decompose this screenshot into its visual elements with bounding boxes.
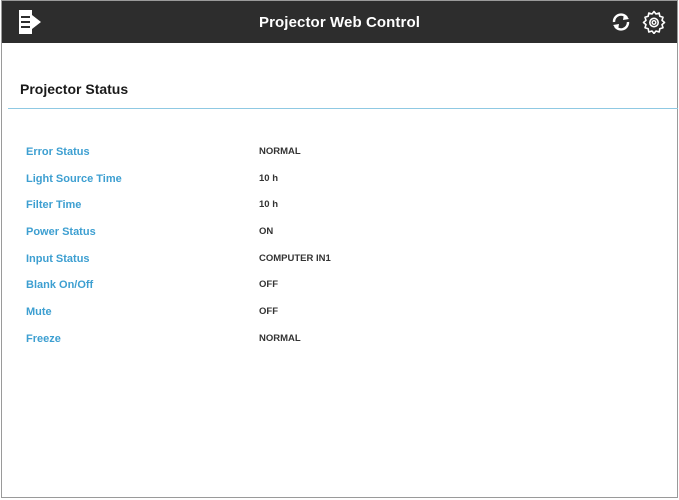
status-value: 10 h: [259, 172, 279, 184]
status-label: Blank On/Off: [26, 279, 94, 292]
status-value: ON: [259, 226, 274, 238]
status-list: Error Status NORMAL Light Source Time 10…: [2, 141, 677, 355]
status-label: Freeze: [26, 332, 61, 345]
refresh-icon[interactable]: [610, 11, 632, 33]
status-value: OFF: [259, 279, 278, 291]
status-value: NORMAL: [259, 146, 301, 157]
app-title: Projector Web Control: [259, 14, 420, 31]
status-value: OFF: [259, 306, 278, 318]
status-row-error: Error Status NORMAL: [2, 141, 677, 168]
status-value: 10 h: [259, 199, 279, 211]
status-row-blank: Blank On/Off OFF: [2, 274, 677, 301]
top-bar: Projector Web Control: [2, 1, 677, 43]
section-divider: [8, 108, 678, 109]
status-label: Power Status: [26, 226, 96, 239]
status-row-mute: Mute OFF: [2, 301, 677, 328]
status-row-freeze: Freeze NORMAL: [2, 328, 677, 355]
status-value: NORMAL: [259, 332, 301, 344]
status-row-input: Input Status COMPUTER IN1: [2, 248, 677, 275]
gear-icon[interactable]: [642, 10, 666, 35]
status-label: Light Source Time: [26, 172, 122, 185]
section-title: Projector Status: [20, 81, 129, 97]
page: Projector Web Control Projector Status E…: [1, 0, 678, 498]
status-row-filter-time: Filter Time 10 h: [2, 194, 677, 221]
status-row-power: Power Status ON: [2, 221, 677, 248]
status-value: COMPUTER IN1: [259, 252, 331, 264]
status-label: Error Status: [26, 146, 90, 158]
status-row-light-source-time: Light Source Time 10 h: [2, 168, 677, 195]
status-label: Filter Time: [26, 199, 82, 212]
status-label: Input Status: [26, 252, 90, 265]
status-label: Mute: [26, 306, 52, 319]
